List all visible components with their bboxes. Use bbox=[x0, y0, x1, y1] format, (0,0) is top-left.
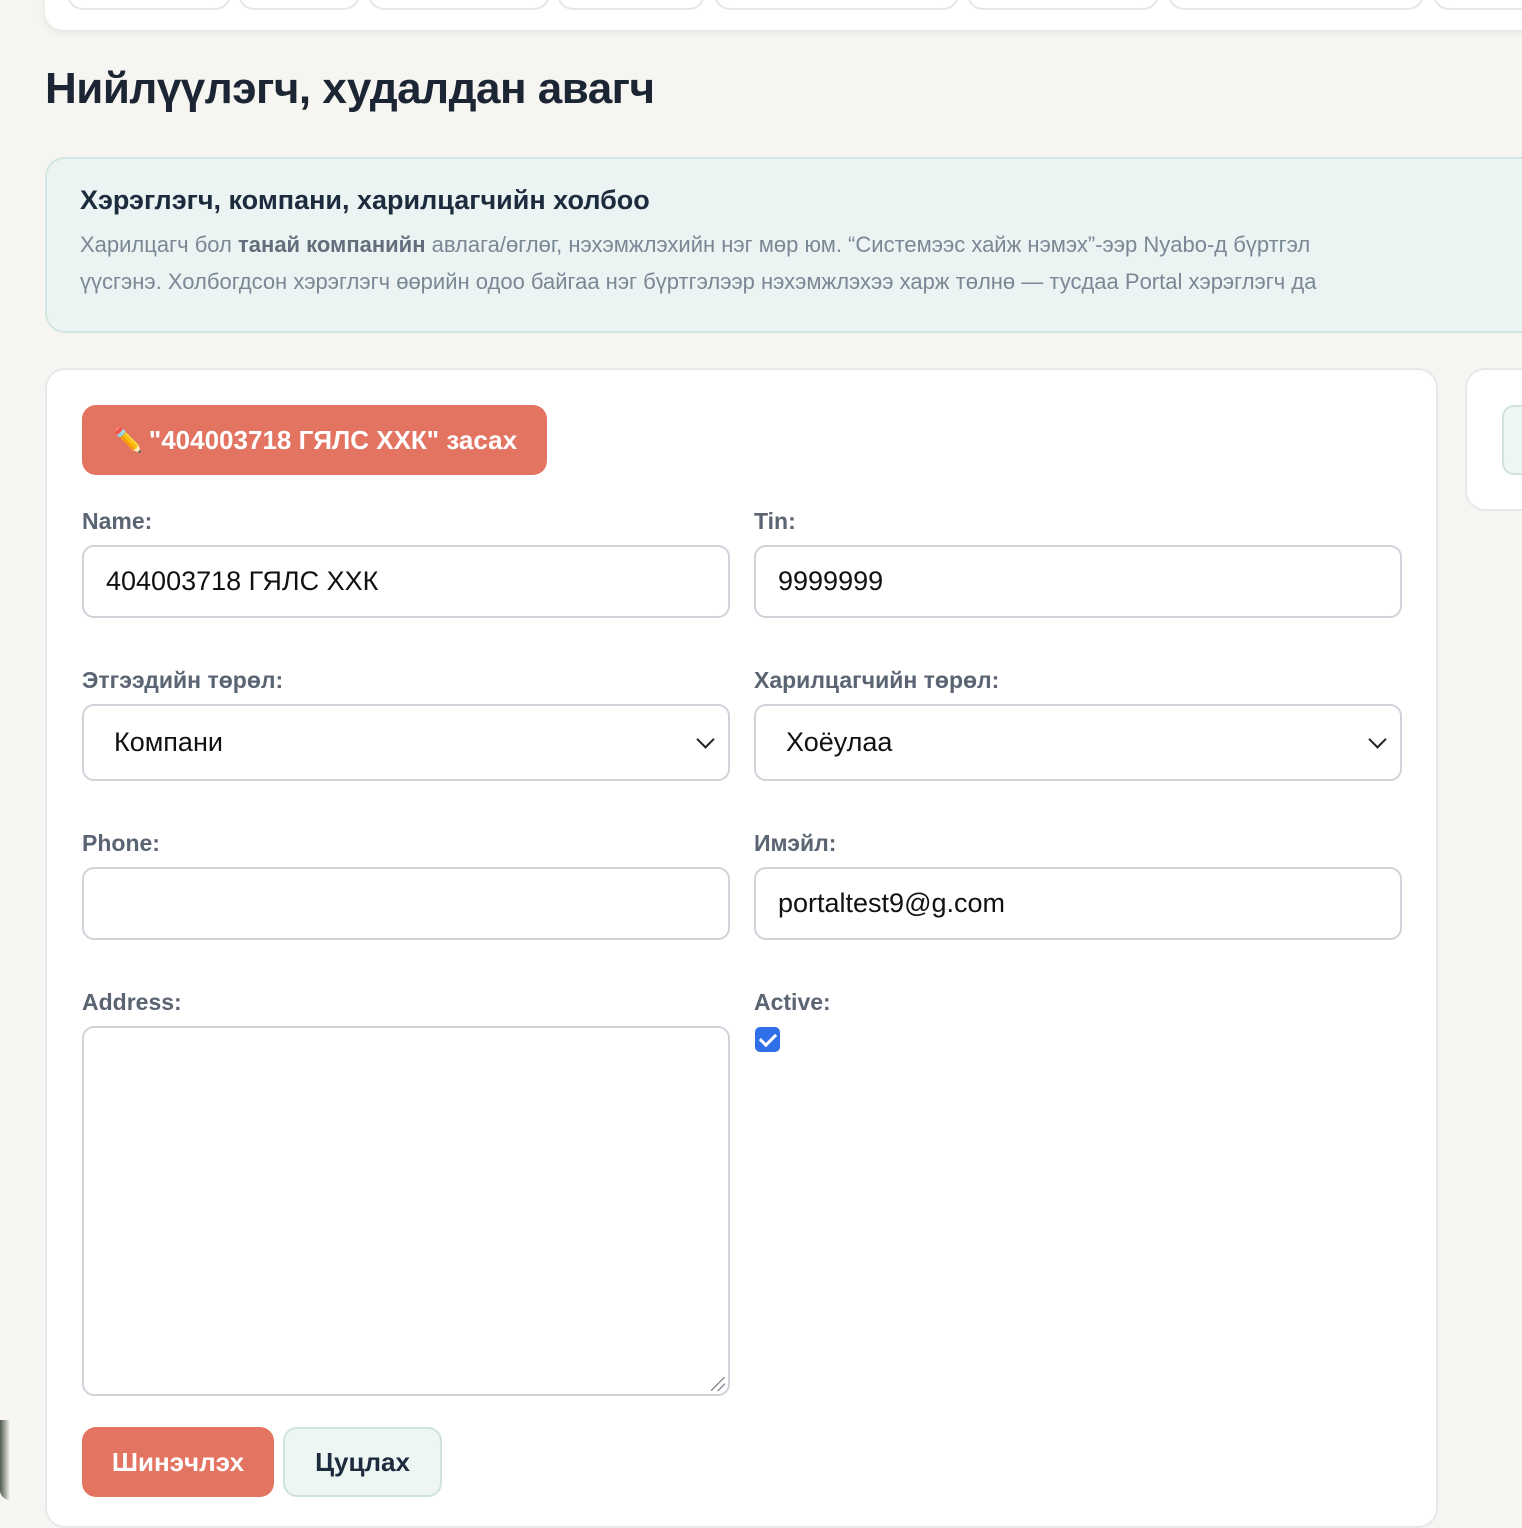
cancel-button[interactable]: Цуцлах bbox=[283, 1427, 442, 1497]
partner-type-value: Хоёулаа bbox=[786, 727, 893, 757]
email-input[interactable]: portaltest9@g.com bbox=[754, 867, 1402, 940]
address-label: Address: bbox=[82, 989, 182, 1015]
top-tab[interactable] bbox=[1433, 0, 1522, 10]
partner-type-label: Харилцагчийн төрөл: bbox=[754, 667, 1000, 693]
info-text-bold: танай компанийн bbox=[238, 232, 426, 257]
pencil-icon: ✏️ bbox=[113, 426, 143, 454]
chevron-down-icon bbox=[1368, 730, 1387, 749]
window-edge bbox=[0, 1420, 10, 1500]
update-button[interactable]: Шинэчлэх bbox=[82, 1427, 274, 1497]
phone-label: Phone: bbox=[82, 830, 160, 856]
top-tab[interactable] bbox=[67, 0, 231, 10]
top-tab[interactable] bbox=[368, 0, 550, 10]
active-checkbox[interactable] bbox=[755, 1027, 780, 1052]
entity-type-select[interactable]: Компани bbox=[82, 704, 730, 781]
page-title: Нийлүүлэгч, худалдан авагч bbox=[45, 64, 655, 113]
tin-label: Tin: bbox=[754, 508, 796, 534]
info-text: Харилцагч бол bbox=[80, 232, 239, 257]
info-text-line-1: Харилцагч бол танай компанийн авлага/өгл… bbox=[80, 226, 1522, 263]
address-textarea[interactable] bbox=[82, 1026, 730, 1396]
top-tab[interactable] bbox=[1168, 0, 1424, 10]
edit-title-banner: ✏️ "404003718 ГЯЛС ХХК" засах bbox=[82, 405, 548, 475]
info-panel: Хэрэглэгч, компани, харилцагчийн холбоо … bbox=[45, 157, 1522, 333]
email-label: Имэйл: bbox=[754, 830, 837, 856]
top-tab[interactable] bbox=[714, 0, 959, 10]
name-label: Name: bbox=[82, 508, 153, 534]
edit-title-text: "404003718 ГЯЛС ХХК" засах bbox=[148, 424, 518, 455]
top-navigation-bar bbox=[45, 0, 1522, 30]
entity-type-label: Этгээдийн төрөл: bbox=[82, 667, 284, 693]
tin-input[interactable]: 9999999 bbox=[754, 545, 1402, 618]
active-label: Active: bbox=[754, 989, 831, 1015]
side-card-button[interactable] bbox=[1502, 405, 1522, 475]
top-tab[interactable] bbox=[967, 0, 1159, 10]
checkmark-icon bbox=[758, 1028, 778, 1048]
phone-input[interactable] bbox=[82, 867, 730, 940]
info-text: авлага/өглөг, нэхэмжлэхийн нэг мөр юм. “… bbox=[425, 232, 1311, 257]
name-input[interactable]: 404003718 ГЯЛС ХХК bbox=[82, 545, 730, 618]
chevron-down-icon bbox=[696, 730, 715, 749]
top-tab[interactable] bbox=[238, 0, 360, 10]
info-title: Хэрэглэгч, компани, харилцагчийн холбоо bbox=[80, 185, 650, 215]
info-text-line-2: үүсгэнэ. Холбогдсон хэрэглэгч өөрийн одо… bbox=[80, 269, 1317, 294]
resize-handle-icon[interactable] bbox=[711, 1377, 725, 1391]
entity-type-value: Компани bbox=[114, 727, 223, 757]
top-tab[interactable] bbox=[557, 0, 705, 10]
partner-type-select[interactable]: Хоёулаа bbox=[754, 704, 1402, 781]
